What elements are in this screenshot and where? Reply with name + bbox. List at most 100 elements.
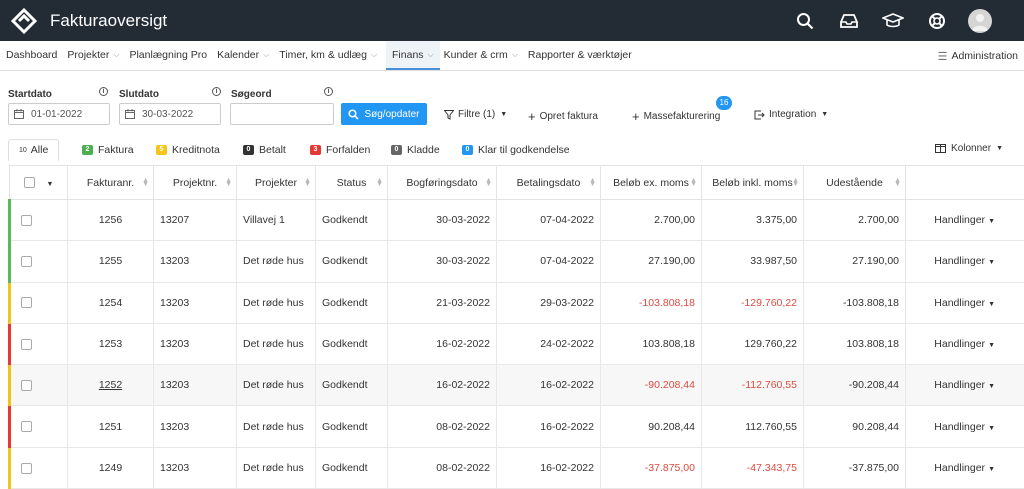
slutdato-field[interactable]: 30-03-2022	[119, 103, 221, 125]
tab-4[interactable]: 3Forfalden	[310, 139, 370, 161]
cell-value: 16-02-2022	[540, 421, 594, 433]
info-icon[interactable]: i	[99, 87, 108, 96]
row-checkbox[interactable]	[21, 297, 32, 308]
actions-dropdown[interactable]: Handlinger▼	[906, 447, 1024, 488]
select-all-checkbox[interactable]	[24, 177, 35, 188]
column-header[interactable]: Udestående▲▼	[804, 166, 906, 200]
actions-dropdown[interactable]: Handlinger▼	[906, 282, 1024, 323]
cell-value[interactable]: 1252	[99, 379, 122, 391]
cell-inkl: -112.760,55	[702, 365, 804, 406]
avatar[interactable]	[968, 9, 992, 33]
search-icon[interactable]	[794, 10, 816, 32]
startdato-field[interactable]: 01-01-2022	[8, 103, 110, 125]
tab-2[interactable]: 5Kreditnota	[156, 139, 220, 161]
table-row[interactable]: 125313203Det røde husGodkendt16-02-20222…	[10, 323, 1024, 364]
info-icon[interactable]: i	[324, 87, 333, 96]
caret-down-icon: ▼	[988, 466, 995, 473]
nav-item-1[interactable]: Projekter⌵	[66, 41, 125, 70]
massefakturering-button[interactable]: + Massefakturering	[632, 109, 720, 124]
cell-betal: 29-03-2022	[497, 282, 601, 323]
cell-bogf: 16-02-2022	[388, 323, 497, 364]
cell-inkl: 3.375,00	[702, 200, 804, 241]
column-header[interactable]: Beløb ex. moms▲▼	[601, 166, 702, 200]
column-header[interactable]: Status▲▼	[316, 166, 388, 200]
graduation-cap-icon[interactable]	[882, 10, 904, 32]
row-checkbox[interactable]	[21, 463, 32, 474]
filtre-button[interactable]: Filtre (1)▼	[444, 109, 507, 120]
column-header[interactable]: Fakturanr.▲▼	[68, 166, 154, 200]
export-icon	[754, 110, 765, 120]
cell-value: 24-02-2022	[540, 338, 594, 350]
table-row[interactable]: 125613207Villavej 1Godkendt30-03-202207-…	[10, 200, 1024, 241]
inbox-icon[interactable]	[838, 10, 860, 32]
sort-icon[interactable]: ▲▼	[225, 179, 232, 187]
tab-3[interactable]: 0Betalt	[243, 139, 286, 161]
table-row[interactable]: 125213203Det røde husGodkendt16-02-20221…	[10, 365, 1024, 406]
cell-betal: 16-02-2022	[497, 365, 601, 406]
cell-value: 16-02-2022	[540, 462, 594, 474]
nav-item-0[interactable]: Dashboard	[5, 41, 63, 70]
row-checkbox[interactable]	[21, 215, 32, 226]
row-checkbox[interactable]	[21, 339, 32, 350]
cell-value: 07-04-2022	[540, 255, 594, 267]
search-button[interactable]: Søg/opdater	[341, 103, 427, 125]
actions-dropdown[interactable]: Handlinger▼	[906, 200, 1024, 241]
nav-administration[interactable]: ☰ Administration	[938, 41, 1018, 71]
column-header[interactable]: Bogføringsdato▲▼	[388, 166, 497, 200]
tab-6[interactable]: 0Klar til godkendelse	[462, 139, 570, 161]
kolonner-button[interactable]: Kolonner▼	[935, 143, 1003, 154]
info-icon[interactable]: i	[212, 87, 221, 96]
tab-5[interactable]: 0Kladde	[391, 139, 440, 161]
nav-item-7[interactable]: Rapporter & værktøjer	[527, 41, 638, 70]
nav-item-5[interactable]: Finans⌵	[386, 41, 440, 70]
nav-item-4[interactable]: Timer, km & udlæg⌵	[278, 41, 383, 70]
nav-item-2[interactable]: Planlægning Pro	[128, 41, 213, 70]
tab-0[interactable]: 10Alle	[8, 139, 59, 161]
table-row[interactable]: 124913203Det røde husGodkendt08-02-20221…	[10, 447, 1024, 488]
integration-button[interactable]: Integration▼	[754, 109, 828, 120]
row-checkbox[interactable]	[21, 421, 32, 432]
cell-inkl: -129.760,22	[702, 282, 804, 323]
table-row[interactable]: 125513203Det røde husGodkendt30-03-20220…	[10, 241, 1024, 282]
column-header[interactable]: Projekter▲▼	[237, 166, 316, 200]
sort-icon[interactable]: ▲▼	[376, 179, 383, 187]
app-logo-icon[interactable]	[10, 7, 38, 35]
column-header[interactable]: Beløb inkl. moms▲▼	[702, 166, 804, 200]
tab-count-badge: 5	[156, 145, 167, 155]
caret-down-icon: ▼	[988, 383, 995, 390]
tab-1[interactable]: 2Faktura	[82, 139, 134, 161]
table-row[interactable]: 125413203Det røde husGodkendt21-03-20222…	[10, 282, 1024, 323]
row-select-cell	[10, 282, 68, 323]
row-checkbox[interactable]	[21, 380, 32, 391]
column-header[interactable]: Betalingsdato▲▼	[497, 166, 601, 200]
nav-item-3[interactable]: Kalender⌵	[216, 41, 275, 70]
sort-icon[interactable]: ▲▼	[792, 179, 799, 187]
row-checkbox[interactable]	[21, 256, 32, 267]
sort-icon[interactable]: ▲▼	[894, 179, 901, 187]
cell-nr[interactable]: 1252	[68, 365, 154, 406]
sort-icon[interactable]: ▲▼	[589, 179, 596, 187]
sort-icon[interactable]: ▲▼	[142, 179, 149, 187]
actions-dropdown[interactable]: Handlinger▼	[906, 365, 1024, 406]
sort-icon[interactable]: ▲▼	[485, 179, 492, 187]
search-input[interactable]	[230, 103, 334, 125]
table-row[interactable]: 125113203Det røde husGodkendt08-02-20221…	[10, 406, 1024, 447]
caret-down-icon: ▼	[988, 342, 995, 349]
cell-status: Godkendt	[316, 323, 388, 364]
sort-icon[interactable]: ▲▼	[304, 179, 311, 187]
caret-down-icon[interactable]: ▼	[47, 181, 54, 188]
sort-icon[interactable]: ▲▼	[690, 179, 697, 187]
nav-item-label: Dashboard	[6, 49, 57, 61]
main-nav: Dashboard Projekter⌵Planlægning ProKalend…	[0, 41, 1024, 71]
columns-icon	[935, 144, 946, 153]
calendar-icon	[125, 109, 135, 119]
actions-dropdown[interactable]: Handlinger▼	[906, 323, 1024, 364]
actions-dropdown[interactable]: Handlinger▼	[906, 241, 1024, 282]
select-all-header[interactable]: ▼	[10, 166, 68, 200]
column-header[interactable]: Projektnr.▲▼	[154, 166, 237, 200]
lifebuoy-icon[interactable]	[926, 10, 948, 32]
caret-down-icon: ▼	[821, 111, 828, 118]
actions-dropdown[interactable]: Handlinger▼	[906, 406, 1024, 447]
nav-item-6[interactable]: Kunder & crm⌵	[443, 41, 524, 70]
opret-faktura-button[interactable]: + Opret faktura	[528, 109, 598, 124]
